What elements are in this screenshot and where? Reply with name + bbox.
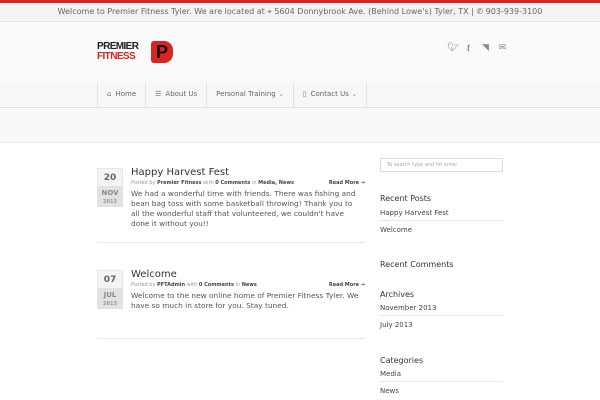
post-title[interactable]: Welcome xyxy=(131,269,177,280)
phone-icon: ✆ xyxy=(476,7,484,16)
post-divider xyxy=(97,242,365,243)
logo-badge: P xyxy=(151,41,173,63)
phone-icon: ▯ xyxy=(302,90,307,98)
recent-post-link[interactable]: Welcome xyxy=(380,226,412,234)
nav-contact-us[interactable]: ▯ Contact Us ⌄ xyxy=(294,83,367,107)
map-marker-icon: ⌖ xyxy=(267,7,272,16)
post-date: 20 NOV 2013 xyxy=(97,168,123,207)
post-date: 07 JUL 2013 xyxy=(97,270,123,309)
post-divider xyxy=(97,338,365,339)
recent-post-link[interactable]: Happy Harvest Fest xyxy=(380,209,449,217)
post-categories[interactable]: Media, News xyxy=(258,180,294,186)
archive-link[interactable]: July 2013 xyxy=(380,321,413,329)
page-title-band xyxy=(0,108,600,143)
post-day: 07 xyxy=(97,270,123,288)
email-icon[interactable]: ✉ xyxy=(498,42,507,54)
post-author[interactable]: Premier Fitness xyxy=(157,180,201,186)
post-excerpt: Welcome to the new online home of Premie… xyxy=(131,291,359,310)
post-title[interactable]: Happy Harvest Fest xyxy=(131,167,229,178)
facebook-icon[interactable]: f xyxy=(464,42,473,54)
widget-divider xyxy=(380,381,503,382)
post-author[interactable]: PFTAdmin xyxy=(157,282,185,288)
category-link[interactable]: Media xyxy=(380,370,401,378)
post-meta: Posted by Premier Fitness with 0 Comment… xyxy=(131,180,294,186)
widget-title-recent-comments: Recent Comments xyxy=(380,260,454,269)
chevron-down-icon: ⌄ xyxy=(278,91,284,98)
archive-link[interactable]: November 2013 xyxy=(380,304,436,312)
post-year: 2013 xyxy=(103,301,117,307)
widget-divider xyxy=(380,220,503,221)
post-categories[interactable]: News xyxy=(242,282,257,288)
read-more-link[interactable]: Read More → xyxy=(329,180,365,186)
logo-line-2: FITNESS xyxy=(97,51,136,62)
home-icon: ⌂ xyxy=(107,90,112,98)
site-logo[interactable]: PREMIER FITNESS P xyxy=(97,41,175,65)
widget-title-archives: Archives xyxy=(380,290,415,299)
search-input[interactable]: To search type and hit enter xyxy=(380,158,503,172)
post-excerpt: We had a wonderful time with friends. Th… xyxy=(131,189,356,228)
post-month: NOV 2013 xyxy=(97,186,123,207)
post-comments-link[interactable]: 0 Comments xyxy=(199,282,234,288)
site-header: PREMIER FITNESS P 🐦︎ f ◥ ✉ xyxy=(0,22,600,84)
list-icon: ☰ xyxy=(155,90,162,98)
chevron-down-icon: ⌄ xyxy=(351,91,357,98)
nav-about-us[interactable]: ☰ About Us xyxy=(146,83,208,107)
category-link[interactable]: News xyxy=(380,387,399,395)
welcome-text: Welcome to Premier Fitness Tyler. We are… xyxy=(57,7,265,16)
post-month: JUL 2013 xyxy=(97,288,123,309)
read-more-link[interactable]: Read More → xyxy=(329,282,365,288)
social-links: 🐦︎ f ◥ ✉ xyxy=(447,42,507,54)
rss-icon[interactable]: ◥ xyxy=(481,42,490,54)
widget-title-recent-posts: Recent Posts xyxy=(380,194,432,203)
phone-number[interactable]: 903-939-3100 xyxy=(486,7,543,16)
widget-divider xyxy=(380,315,503,316)
widget-title-categories: Categories xyxy=(380,356,424,365)
sidebar: To search type and hit enter Recent Post… xyxy=(380,158,503,395)
post-comments-link[interactable]: 0 Comments xyxy=(215,180,250,186)
main-navigation: ⌂ Home ☰ About Us Personal Training ⌄ ▯ Cont… xyxy=(0,83,600,108)
address-text: 5604 Donnybrook Ave. (Behind Lowe's) Tyl… xyxy=(274,7,474,16)
nav-personal-training[interactable]: Personal Training ⌄ xyxy=(207,83,294,107)
twitter-icon[interactable]: 🐦︎ xyxy=(447,42,458,54)
post-day: 20 xyxy=(97,168,123,186)
top-info-bar: Welcome to Premier Fitness Tyler. We are… xyxy=(0,0,600,22)
post-year: 2013 xyxy=(103,199,117,205)
nav-home[interactable]: ⌂ Home xyxy=(98,83,147,107)
post-meta: Posted by PFTAdmin with 0 Comments in Ne… xyxy=(131,282,257,288)
